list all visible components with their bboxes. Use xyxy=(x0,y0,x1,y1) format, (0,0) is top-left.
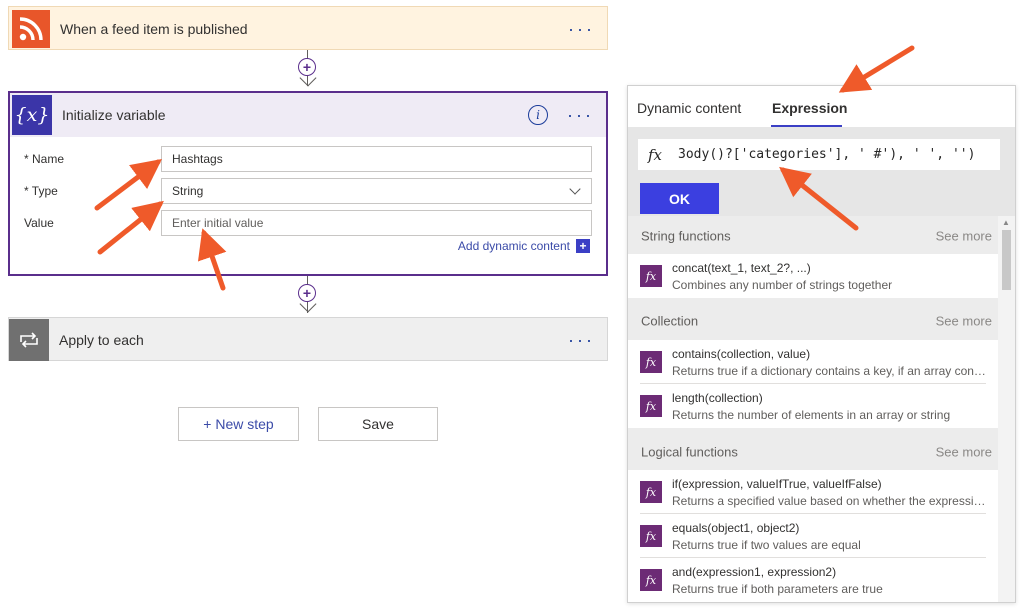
initialize-variable-more-menu-button[interactable]: ··· xyxy=(567,106,594,124)
type-dropdown-value: String xyxy=(172,184,204,198)
category-title: String functions xyxy=(641,228,731,244)
save-button[interactable]: Save xyxy=(318,407,438,441)
category-title: Logical functions xyxy=(641,444,738,460)
tab-dynamic-content[interactable]: Dynamic content xyxy=(637,100,741,116)
function-icon: fx xyxy=(640,481,662,503)
function-item-and[interactable]: fx and(expression1, expression2) Returns… xyxy=(628,558,998,602)
function-name: length(collection) xyxy=(672,391,763,405)
add-dynamic-content-link[interactable]: Add dynamic content + xyxy=(458,239,590,253)
expression-editor-area: fx 3ody()?['categories'], ' #'), ' ', ''… xyxy=(628,127,1015,216)
expression-text: 3ody()?['categories'], ' #'), ' ', '') xyxy=(678,147,976,162)
function-item-if[interactable]: fx if(expression, valueIfTrue, valueIfFa… xyxy=(628,470,998,514)
function-list: String functions See more fx concat(text… xyxy=(628,216,998,602)
tab-expression[interactable]: Expression xyxy=(772,100,847,116)
function-icon: fx xyxy=(640,395,662,417)
value-field-row: Value Enter initial value xyxy=(10,209,606,237)
function-name: if(expression, valueIfTrue, valueIfFalse… xyxy=(672,477,882,491)
function-description: Returns true if a dictionary contains a … xyxy=(672,364,987,378)
trigger-title: When a feed item is published xyxy=(60,21,248,37)
info-icon[interactable]: i xyxy=(528,105,548,125)
chevron-down-icon xyxy=(569,183,581,195)
function-icon: fx xyxy=(640,351,662,373)
variable-icon: {x} xyxy=(12,95,52,135)
trigger-step-card[interactable]: When a feed item is published ··· xyxy=(8,6,608,50)
add-dynamic-plus-icon: + xyxy=(576,239,590,253)
type-dropdown[interactable]: String xyxy=(161,178,592,204)
function-name: concat(text_1, text_2?, ...) xyxy=(672,261,811,275)
function-name: and(expression1, expression2) xyxy=(672,565,837,579)
value-input[interactable]: Enter initial value xyxy=(161,210,592,236)
function-description: Returns true if both parameters are true xyxy=(672,582,883,596)
function-name: contains(collection, value) xyxy=(672,347,811,361)
annotation-arrow-expression-tab xyxy=(838,45,915,93)
category-header-logical-functions: Logical functions See more xyxy=(628,437,998,467)
new-step-button[interactable]: + New step xyxy=(178,407,299,441)
function-item-equals[interactable]: fx equals(object1, object2) Returns true… xyxy=(628,514,998,558)
rss-icon xyxy=(12,10,50,48)
function-icon: fx xyxy=(640,525,662,547)
function-description: Returns a specified value based on wheth… xyxy=(672,494,987,508)
fx-icon: fx xyxy=(648,145,663,164)
add-dynamic-content-label: Add dynamic content xyxy=(457,239,570,253)
function-item-concat[interactable]: fx concat(text_1, text_2?, ...) Combines… xyxy=(628,254,998,298)
see-more-link[interactable]: See more xyxy=(936,229,992,244)
category-header-string-functions: String functions See more xyxy=(628,221,998,251)
name-field-row: * Name Hashtags xyxy=(10,145,606,173)
apply-to-each-title: Apply to each xyxy=(59,332,144,348)
function-description: Combines any number of strings together xyxy=(672,278,893,292)
name-input[interactable]: Hashtags xyxy=(161,146,592,172)
initialize-variable-card[interactable]: {x} Initialize variable i ··· * Name Has… xyxy=(8,91,608,276)
expression-input[interactable]: fx 3ody()?['categories'], ' #'), ' ', ''… xyxy=(638,139,1000,170)
panel-tabs: Dynamic content Expression xyxy=(628,86,1015,127)
value-label: Value xyxy=(24,216,54,230)
trigger-more-menu-button[interactable]: ··· xyxy=(568,20,595,38)
function-icon: fx xyxy=(640,569,662,591)
type-field-row: * Type String xyxy=(10,177,606,205)
function-item-length[interactable]: fx length(collection) Returns the number… xyxy=(628,384,998,428)
function-icon: fx xyxy=(640,265,662,287)
category-header-collection: Collection See more xyxy=(628,306,998,336)
see-more-link[interactable]: See more xyxy=(936,445,992,460)
dynamic-content-panel: Dynamic content Expression fx 3ody()?['c… xyxy=(627,85,1016,603)
function-description: Returns the number of elements in an arr… xyxy=(672,408,951,422)
initialize-variable-title: Initialize variable xyxy=(62,107,166,123)
apply-to-each-more-menu-button[interactable]: ··· xyxy=(568,331,595,349)
category-title: Collection xyxy=(641,313,699,329)
function-description: Returns true if two values are equal xyxy=(672,538,861,552)
scroll-up-arrow-icon[interactable]: ▲ xyxy=(1002,218,1010,227)
function-item-contains[interactable]: fx contains(collection, value) Returns t… xyxy=(628,340,998,384)
scroll-thumb[interactable] xyxy=(1002,230,1011,290)
ok-button[interactable]: OK xyxy=(640,183,719,214)
see-more-link[interactable]: See more xyxy=(936,314,992,329)
name-label: * Name xyxy=(24,152,65,166)
function-list-scrollbar[interactable]: ▲ xyxy=(998,216,1015,602)
loop-icon xyxy=(9,319,49,361)
type-label: * Type xyxy=(24,184,58,198)
function-name: equals(object1, object2) xyxy=(672,521,800,535)
apply-to-each-card[interactable]: Apply to each ··· xyxy=(8,317,608,361)
